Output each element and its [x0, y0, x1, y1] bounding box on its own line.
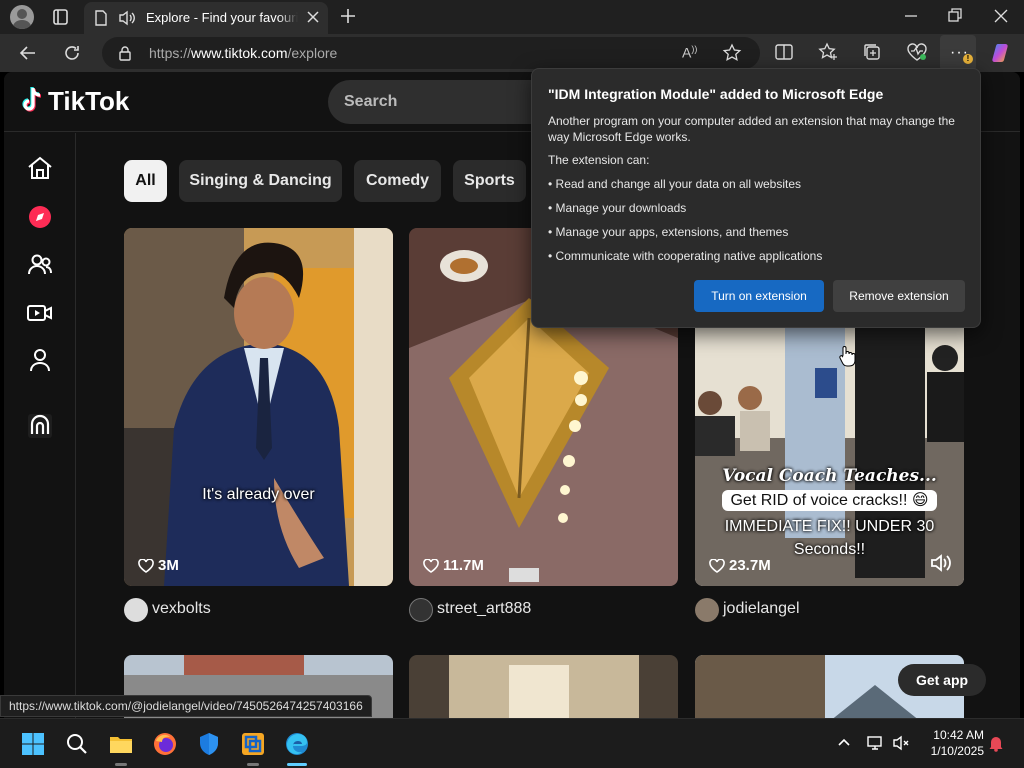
hand-cursor-icon: [839, 346, 856, 367]
video-card[interactable]: It's already over 3M: [124, 228, 393, 586]
favorite-star-icon[interactable]: [722, 43, 742, 63]
microsoft-edge-icon[interactable]: [284, 731, 310, 757]
new-tab-icon[interactable]: [338, 6, 358, 26]
page-icon: [95, 10, 107, 26]
video-caption: IMMEDIATE FIX!! UNDER 30: [724, 518, 935, 535]
browser-tab-bar: Explore - Find your favourite: [0, 0, 1024, 34]
windows-security-icon[interactable]: [196, 731, 222, 757]
search-icon[interactable]: [64, 731, 90, 757]
chevron-up-icon[interactable]: [836, 734, 852, 750]
like-count: 23.7M: [709, 557, 771, 574]
turn-on-extension-button[interactable]: Turn on extension: [694, 280, 824, 312]
active-app-indicator: [115, 763, 127, 766]
lock-icon[interactable]: [118, 45, 132, 61]
url-text[interactable]: https://www.tiktok.com/explore: [149, 45, 337, 61]
author-name[interactable]: street_art888: [437, 600, 531, 618]
video-thumbnail: [409, 655, 678, 718]
video-caption: It's already over: [202, 486, 315, 503]
tiktok-sidebar: [4, 133, 76, 718]
favorites-icon[interactable]: [818, 42, 838, 62]
active-app-indicator: [247, 763, 259, 766]
browser-essentials-icon[interactable]: [906, 42, 928, 62]
file-explorer-icon[interactable]: [108, 731, 134, 757]
get-app-button[interactable]: Get app: [898, 664, 986, 696]
permission-item: • Manage your apps, extensions, and them…: [548, 225, 789, 239]
avatar: [409, 598, 433, 622]
home-icon[interactable]: [26, 155, 54, 181]
network-icon[interactable]: [866, 734, 884, 752]
clock-date: 1/10/2025: [930, 744, 984, 758]
avatar: [124, 598, 148, 622]
dialog-title: "IDM Integration Module" added to Micros…: [548, 86, 884, 102]
profile-icon[interactable]: [26, 347, 54, 373]
dialog-body: Another program on your computer added a…: [548, 114, 955, 144]
heart-icon: [423, 558, 439, 573]
virtual-desktop-app-icon[interactable]: [240, 731, 266, 757]
warning-badge: !: [963, 54, 973, 64]
dialog-can-label: The extension can:: [548, 153, 650, 167]
read-aloud-icon[interactable]: A)): [682, 44, 697, 61]
refresh-icon[interactable]: [62, 43, 82, 63]
more-icon[interactable]: [26, 412, 54, 440]
active-app-indicator: [287, 763, 307, 766]
extension-added-dialog: "IDM Integration Module" added to Micros…: [531, 68, 981, 328]
close-window-icon[interactable]: [992, 6, 1010, 26]
heart-icon: [138, 558, 154, 573]
tab-title: Explore - Find your favourite: [146, 10, 298, 25]
like-count: 3M: [138, 557, 179, 574]
system-clock[interactable]: 10:42 AM 1/10/2025: [920, 727, 984, 759]
speaker-icon[interactable]: [118, 10, 136, 26]
close-tab-icon[interactable]: [306, 10, 320, 24]
video-caption: Vocal Coach Teaches...: [722, 466, 937, 486]
remove-extension-button[interactable]: Remove extension: [833, 280, 965, 312]
video-card[interactable]: [409, 655, 678, 718]
video-caption: Get RID of voice cracks!! 😄: [695, 490, 964, 511]
back-icon[interactable]: [18, 43, 38, 63]
chip-comedy[interactable]: Comedy: [354, 160, 441, 202]
search-placeholder: Search: [344, 93, 398, 110]
chip-singing-dancing[interactable]: Singing & Dancing: [179, 160, 342, 202]
author-name[interactable]: vexbolts: [152, 600, 211, 618]
active-tab[interactable]: Explore - Find your favourite: [84, 2, 328, 34]
status-bar-url: https://www.tiktok.com/@jodielangel/vide…: [0, 695, 372, 717]
explore-icon[interactable]: [26, 203, 54, 231]
clock-time: 10:42 AM: [933, 728, 984, 742]
address-toolbar: https://www.tiktok.com/explore A)) ··· !: [0, 34, 1024, 72]
firefox-icon[interactable]: [152, 731, 178, 757]
author-name[interactable]: jodielangel: [723, 600, 800, 618]
permission-item: • Manage your downloads: [548, 201, 687, 215]
avatar: [695, 598, 719, 622]
video-thumbnail: [124, 228, 393, 586]
live-icon[interactable]: [26, 300, 54, 326]
heart-icon: [709, 558, 725, 573]
permission-item: • Communicate with cooperating native ap…: [548, 249, 823, 263]
collections-icon[interactable]: [862, 42, 882, 62]
windows-start-icon[interactable]: [20, 731, 46, 757]
following-icon[interactable]: [26, 252, 54, 278]
tiktok-logo-text[interactable]: TikTok: [48, 86, 129, 117]
split-screen-icon[interactable]: [774, 42, 794, 62]
like-count: 11.7M: [423, 557, 484, 574]
profile-avatar[interactable]: [10, 5, 34, 29]
permission-item: • Read and change all your data on all w…: [548, 177, 802, 191]
windows-taskbar: 10:42 AM 1/10/2025: [0, 718, 1024, 768]
volume-muted-icon[interactable]: [892, 734, 910, 752]
volume-icon[interactable]: [930, 554, 952, 572]
notification-bell-icon[interactable]: [988, 734, 1004, 752]
minimize-icon[interactable]: [902, 6, 920, 26]
tiktok-logo-icon[interactable]: [20, 86, 46, 116]
tab-actions-icon[interactable]: [48, 6, 72, 28]
chip-sports[interactable]: Sports: [453, 160, 526, 202]
chip-all[interactable]: All: [124, 160, 167, 202]
settings-more-button[interactable]: ··· !: [940, 35, 976, 71]
url-bar[interactable]: https://www.tiktok.com/explore A)): [102, 37, 760, 69]
copilot-icon[interactable]: [990, 41, 1014, 65]
restore-icon[interactable]: [946, 6, 964, 26]
